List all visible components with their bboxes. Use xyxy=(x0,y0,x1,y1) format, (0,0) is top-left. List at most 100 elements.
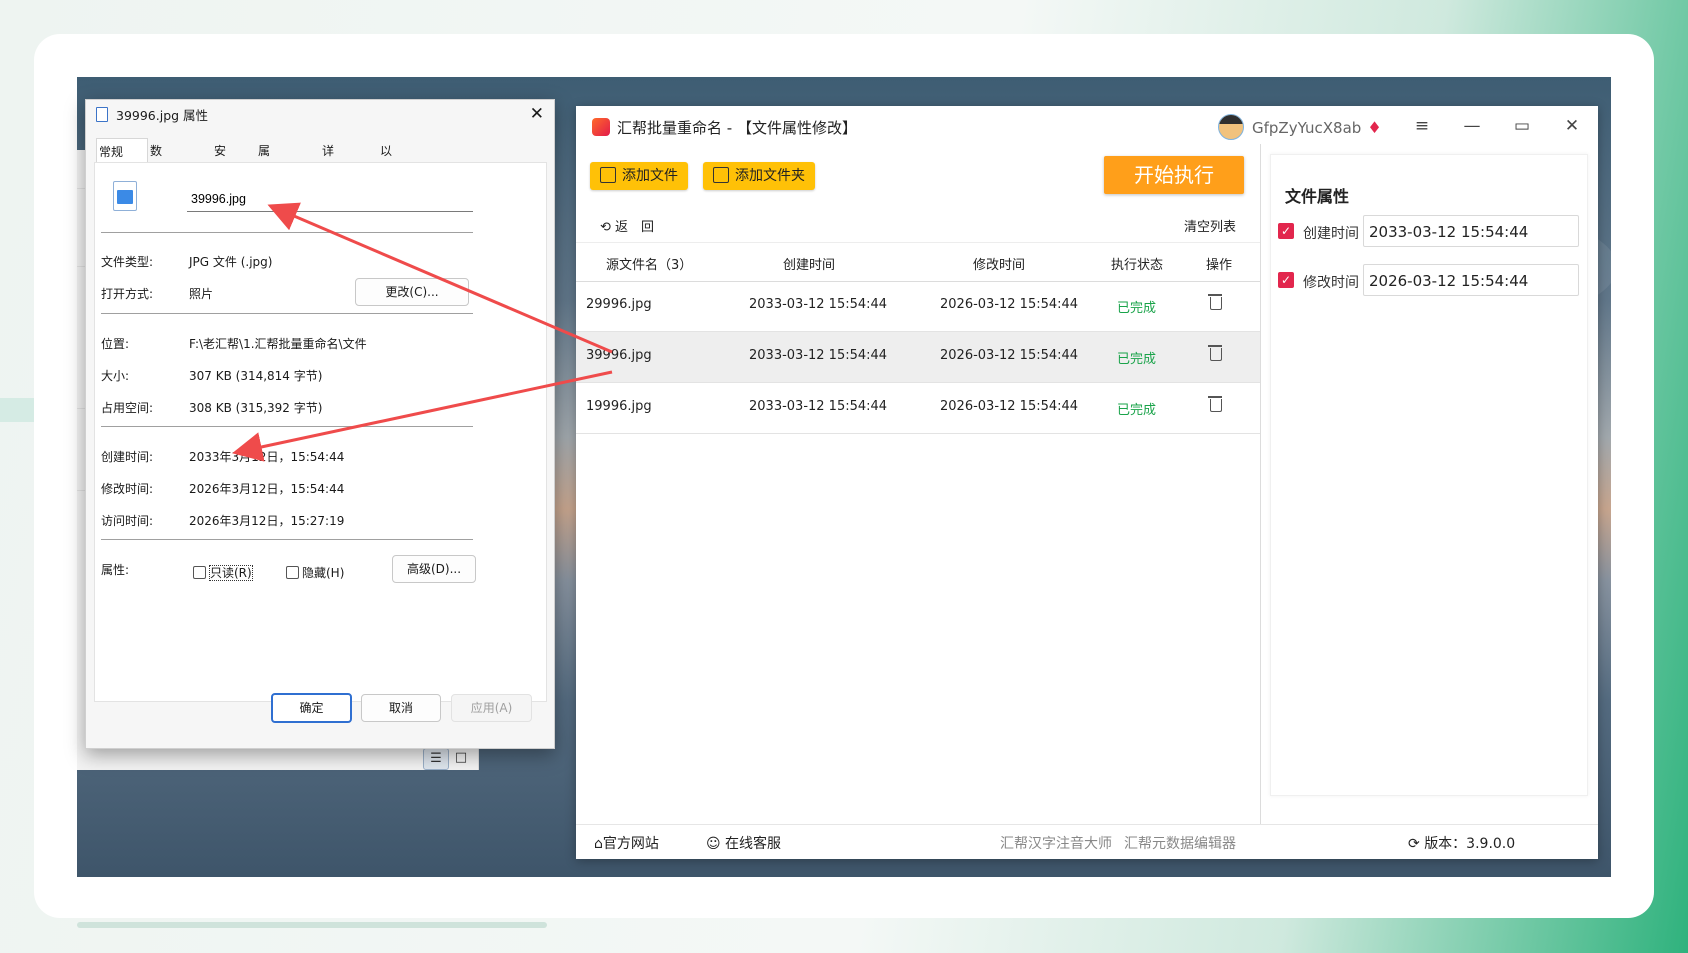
location-label: 位置: xyxy=(101,337,130,351)
attributes-panel: 文件属性 ✓ 创建时间 2033-03-12 15:54:44 ✓ 修改时间 2… xyxy=(1270,154,1588,796)
file-type-value: JPG 文件 (.jpg) xyxy=(189,255,273,269)
accessed-value: 2026年3月12日，15:27:19 xyxy=(189,514,345,528)
version-info: ⟳ 版本：3.9.0.0 xyxy=(1408,836,1516,852)
size-on-disk-value: 308 KB (315,392 字节) xyxy=(189,401,323,415)
created-label: 创建时间: xyxy=(101,450,154,464)
tab-security[interactable]: 安全 xyxy=(212,138,228,184)
cancel-button[interactable]: 取消 xyxy=(361,694,441,722)
start-button[interactable]: 开始执行 xyxy=(1104,156,1244,194)
file-type-label: 文件类型: xyxy=(101,255,154,269)
panel-divider xyxy=(1260,144,1261,824)
add-folder-button[interactable]: 添加文件夹 xyxy=(703,162,815,190)
advanced-button[interactable]: 高级(D)... xyxy=(392,555,476,583)
created-label: 创建时间 xyxy=(1303,226,1359,242)
row-status: 已完成 xyxy=(1117,301,1157,316)
filename-input[interactable] xyxy=(187,186,473,212)
modified-value: 2026年3月12日，15:54:44 xyxy=(189,482,345,496)
dialog-title: 39996.jpg 属性 xyxy=(96,106,208,126)
open-with-value: 照片 xyxy=(189,287,214,301)
image-file-icon xyxy=(113,181,137,211)
support-link[interactable]: ☺ 在线客服 xyxy=(706,833,781,853)
row-status: 已完成 xyxy=(1117,352,1157,367)
home-icon: ⌂ xyxy=(594,836,603,852)
col-created: 创建时间 xyxy=(783,258,836,273)
col-action: 操作 xyxy=(1206,258,1233,273)
close-icon[interactable]: ✕ xyxy=(530,104,544,124)
menu-icon[interactable]: ≡ xyxy=(1412,116,1432,136)
ok-button[interactable]: 确定 xyxy=(271,693,352,723)
delete-icon[interactable] xyxy=(1208,396,1222,412)
metadata-tool-link[interactable]: 汇帮元数据编辑器 xyxy=(1124,833,1236,853)
details-view-icon[interactable]: ☰ xyxy=(423,748,449,770)
row-created: 2033-03-12 15:54:44 xyxy=(749,297,888,312)
app-logo-icon xyxy=(592,118,610,136)
rename-app-window: 汇帮批量重命名 - 【文件属性修改】 GfpZyYucX8ab ♦ ≡ — ▭ ✕… xyxy=(576,106,1598,859)
size-on-disk-label: 占用空间: xyxy=(101,401,154,415)
apply-button[interactable]: 应用(A) xyxy=(451,694,532,722)
table-row[interactable]: 29996.jpg 2033-03-12 15:54:44 2026-03-12… xyxy=(576,281,1260,332)
change-button[interactable]: 更改(C)... xyxy=(355,278,469,306)
user-info[interactable]: GfpZyYucX8ab ♦ xyxy=(1218,114,1382,140)
table-row[interactable]: 19996.jpg 2033-03-12 15:54:44 2026-03-12… xyxy=(576,383,1260,434)
delete-icon[interactable] xyxy=(1208,345,1222,361)
created-value: 2033年3月12日，15:54:44 xyxy=(189,450,345,464)
row-modified: 2026-03-12 15:54:44 xyxy=(940,399,1079,414)
row-created: 2033-03-12 15:54:44 xyxy=(749,348,888,363)
created-checkbox[interactable]: ✓ xyxy=(1278,223,1294,239)
tiles-view-icon[interactable]: □ xyxy=(449,748,473,768)
col-status: 执行状态 xyxy=(1111,258,1164,273)
table-row[interactable]: 39996.jpg 2033-03-12 15:54:44 2026-03-12… xyxy=(576,332,1260,383)
attributes-heading: 文件属性 xyxy=(1285,187,1350,206)
col-modified: 修改时间 xyxy=(973,258,1026,273)
modified-label: 修改时间 xyxy=(1303,275,1359,291)
clear-list-button[interactable]: 清空列表 xyxy=(1184,216,1236,235)
open-with-label: 打开方式: xyxy=(101,287,154,301)
background-strip xyxy=(0,398,34,422)
readonly-checkbox[interactable]: 只读(R) xyxy=(193,564,253,581)
support-icon: ☺ xyxy=(706,836,726,852)
size-value: 307 KB (314,814 字节) xyxy=(189,369,323,383)
tab-previous-versions[interactable]: 以前的版本 xyxy=(378,138,394,262)
tab-attribute-modify[interactable]: 属性修改 xyxy=(256,138,272,236)
maximize-icon[interactable]: ▭ xyxy=(1512,116,1532,136)
vip-diamond-icon: ♦ xyxy=(1367,118,1382,137)
app-footer: ⌂官方网站 ☺ 在线客服 汇帮汉字注音大师 汇帮元数据编辑器 ⟳ 版本：3.9.… xyxy=(576,824,1598,860)
explorer-view-buttons: ☰ □ xyxy=(421,746,478,770)
row-filename: 39996.jpg xyxy=(586,348,652,363)
add-file-button[interactable]: 添加文件 xyxy=(590,162,688,190)
username: GfpZyYucX8ab xyxy=(1252,119,1362,137)
location-value: F:\老汇帮\1.汇帮批量重命名\文件 xyxy=(189,337,367,351)
delete-icon[interactable] xyxy=(1208,294,1222,310)
file-icon xyxy=(96,107,108,122)
row-filename: 19996.jpg xyxy=(586,399,652,414)
tab-digital-signature[interactable]: 数字签名 xyxy=(148,138,164,236)
created-time-input[interactable]: 2033-03-12 15:54:44 xyxy=(1363,215,1579,247)
modified-checkbox[interactable]: ✓ xyxy=(1278,272,1294,288)
properties-dialog: 39996.jpg 属性 ✕ 常规 数字签名 安全 属性修改 详细信息 以前的版… xyxy=(85,99,555,749)
modified-time-input[interactable]: 2026-03-12 15:54:44 xyxy=(1363,264,1579,296)
website-link[interactable]: ⌂官方网站 xyxy=(594,833,659,853)
add-file-icon xyxy=(600,167,616,183)
pinyin-tool-link[interactable]: 汇帮汉字注音大师 xyxy=(1000,833,1112,853)
refresh-icon: ⟳ xyxy=(1408,836,1425,852)
hidden-checkbox[interactable]: 隐藏(H) xyxy=(286,564,344,581)
tab-general[interactable]: 常规 xyxy=(96,138,148,164)
accessed-label: 访问时间: xyxy=(101,514,154,528)
row-status: 已完成 xyxy=(1117,403,1157,418)
modified-label: 修改时间: xyxy=(101,482,154,496)
row-filename: 29996.jpg xyxy=(586,297,652,312)
undo-icon: ⟲ xyxy=(600,220,616,235)
row-modified: 2026-03-12 15:54:44 xyxy=(940,348,1079,363)
attributes-label: 属性: xyxy=(101,563,130,577)
close-app-icon[interactable]: ✕ xyxy=(1562,116,1582,136)
minimize-icon[interactable]: — xyxy=(1462,116,1482,136)
add-folder-icon xyxy=(713,167,729,183)
tab-details[interactable]: 详细信息 xyxy=(320,138,336,236)
row-modified: 2026-03-12 15:54:44 xyxy=(940,297,1079,312)
back-button[interactable]: ⟲ 返 回 xyxy=(600,216,654,235)
page-scrollbar[interactable] xyxy=(77,922,547,928)
avatar xyxy=(1218,114,1244,140)
col-filename: 源文件名（3） xyxy=(606,258,693,273)
row-created: 2033-03-12 15:54:44 xyxy=(749,399,888,414)
general-pane xyxy=(94,162,547,702)
